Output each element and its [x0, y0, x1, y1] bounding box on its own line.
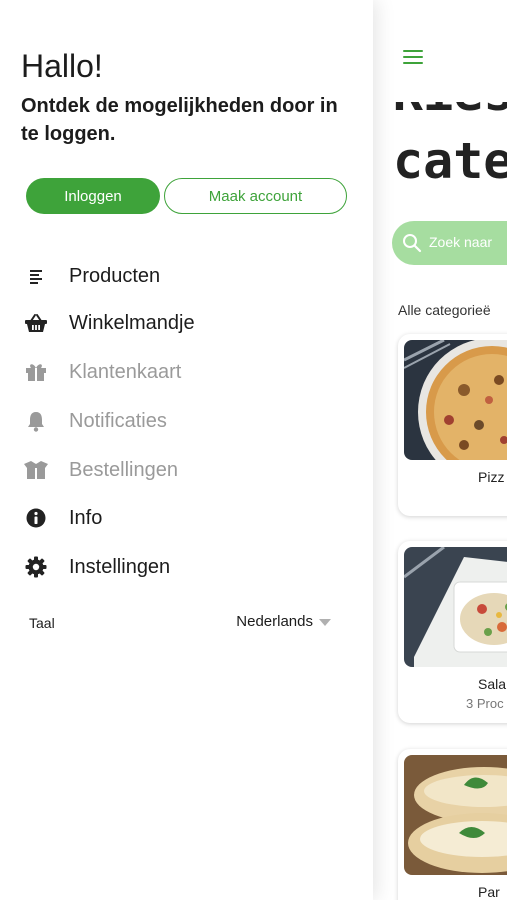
- category-card-salad[interactable]: Sala 3 Proc: [398, 541, 507, 723]
- menu-item-label: Bestellingen: [69, 458, 178, 481]
- menu-item-producten[interactable]: Producten: [22, 261, 342, 291]
- page-title: cate: [393, 132, 507, 190]
- greeting: Hallo!: [21, 48, 103, 84]
- menu-item-info[interactable]: Info: [22, 503, 342, 533]
- caret-down-icon: [319, 619, 331, 626]
- menu-item-klantenkaart[interactable]: Klantenkaart: [22, 357, 342, 387]
- category-count: 3 Proc: [466, 696, 504, 711]
- language-selector[interactable]: Taal Nederlands: [29, 612, 333, 634]
- all-categories-label: Alle categorieë: [398, 302, 491, 318]
- side-drawer: Hallo! Ontdek de mogelijkheden door in t…: [0, 0, 373, 900]
- info-icon: [22, 506, 50, 530]
- menu-item-label: Winkelmandje: [69, 311, 195, 334]
- language-value[interactable]: Nederlands: [236, 613, 313, 630]
- login-button[interactable]: Inloggen: [26, 178, 160, 214]
- menu-item-label: Info: [69, 506, 103, 529]
- gear-icon: [22, 555, 50, 579]
- box-icon: [22, 458, 50, 482]
- category-screen: Kies cate Zoek naar Alle categorieë Pizz…: [373, 0, 507, 900]
- category-name: Par: [478, 884, 500, 900]
- menu-item-label: Klantenkaart: [69, 360, 182, 383]
- pizza-image: [404, 340, 507, 460]
- menu-item-winkelmandje[interactable]: Winkelmandje: [22, 308, 342, 338]
- menu-item-notificaties[interactable]: Notificaties: [22, 406, 342, 436]
- category-card-pizza[interactable]: Pizz: [398, 334, 507, 516]
- menu-item-label: Notificaties: [69, 409, 167, 432]
- language-label: Taal: [29, 615, 55, 631]
- search-placeholder: Zoek naar: [429, 234, 493, 250]
- menu-item-label: Producten: [69, 264, 161, 287]
- category-name: Pizz: [478, 469, 505, 485]
- category-card-panini[interactable]: Par: [398, 749, 507, 900]
- basket-icon: [22, 311, 50, 335]
- search-input[interactable]: Zoek naar: [392, 221, 507, 265]
- category-name: Sala: [478, 676, 507, 692]
- page-title-partial: Kies: [393, 64, 507, 122]
- menu-item-bestellingen[interactable]: Bestellingen: [22, 455, 342, 485]
- gift-icon: [22, 360, 50, 384]
- bell-icon: [22, 409, 50, 433]
- create-account-button[interactable]: Maak account: [164, 178, 347, 214]
- login-prompt: Ontdek de mogelijkheden door in te logge…: [21, 95, 338, 145]
- salad-image: [404, 547, 507, 667]
- menu-item-instellingen[interactable]: Instellingen: [22, 552, 342, 582]
- search-icon: [403, 234, 422, 253]
- menu-item-label: Instellingen: [69, 555, 171, 578]
- list-icon: [22, 264, 50, 288]
- hamburger-menu-icon[interactable]: [403, 50, 423, 64]
- panini-image: [404, 755, 507, 875]
